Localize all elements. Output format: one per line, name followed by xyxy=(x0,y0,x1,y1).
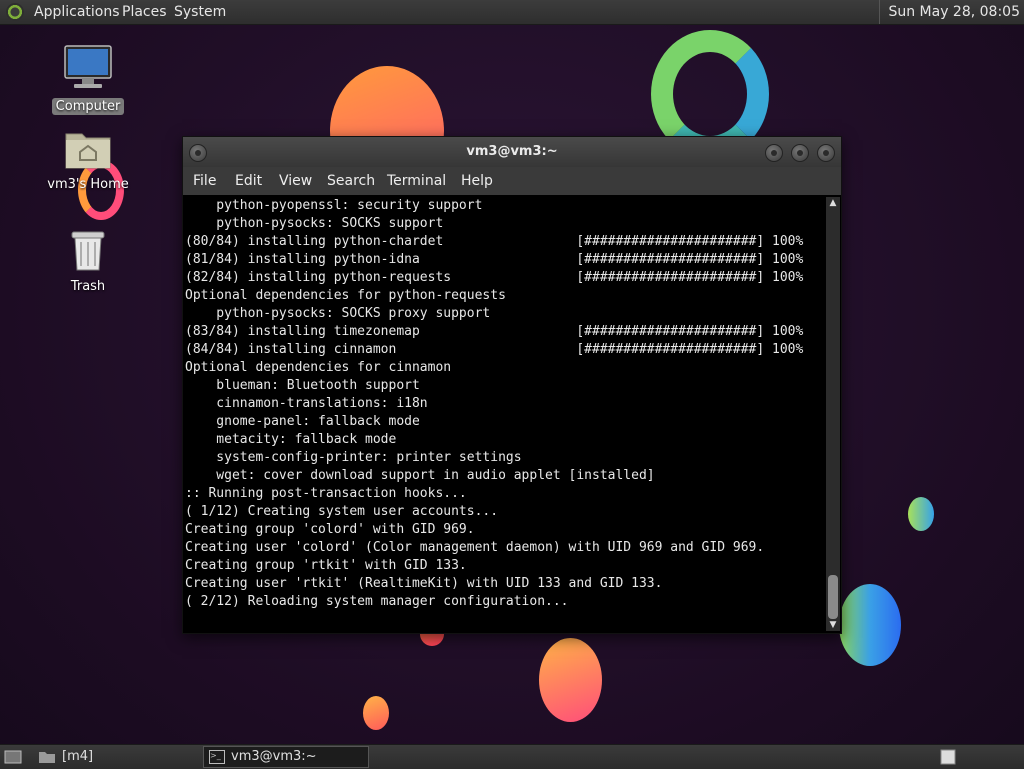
terminal-line: wget: cover download support in audio ap… xyxy=(185,468,655,483)
menu-edit[interactable]: Edit xyxy=(235,167,262,195)
minimize-button[interactable] xyxy=(765,144,783,162)
scroll-down-arrow-icon[interactable]: ▼ xyxy=(826,619,840,631)
terminal-menubar: File Edit View Search Terminal Help xyxy=(183,167,841,195)
wallpaper-small-orange-bubble xyxy=(363,696,389,730)
terminal-window[interactable]: vm3@vm3:~ File Edit View Search Terminal… xyxy=(182,136,842,634)
terminal-line: Creating user 'colord' (Color management… xyxy=(185,540,765,555)
terminal-line: (80/84) installing python-chardet [#####… xyxy=(185,234,804,249)
clock[interactable]: Sun May 28, 08:05 xyxy=(879,0,1020,24)
distro-logo-icon[interactable] xyxy=(6,3,24,21)
terminal-line: ( 2/12) Reloading system manager configu… xyxy=(185,594,569,609)
places-menu[interactable]: Places xyxy=(122,0,167,24)
terminal-line: blueman: Bluetooth support xyxy=(185,378,420,393)
terminal-line: (81/84) installing python-idna [########… xyxy=(185,252,804,267)
terminal-line: system-config-printer: printer settings xyxy=(185,450,522,465)
terminal-line: :: Running post-transaction hooks... xyxy=(185,486,467,501)
taskbar-item-terminal[interactable]: >_ vm3@vm3:~ xyxy=(203,746,369,768)
scrollbar-thumb[interactable] xyxy=(828,575,838,619)
desktop-icon-label: vm3's Home xyxy=(47,177,129,192)
terminal-line: gnome-panel: fallback mode xyxy=(185,414,420,429)
terminal-line: (83/84) installing timezonemap [########… xyxy=(185,324,804,339)
wallpaper-pink-bubble xyxy=(539,638,602,722)
top-panel: Applications Places System Sun May 28, 0… xyxy=(0,0,1024,25)
trash-icon xyxy=(71,231,105,271)
window-title: vm3@vm3:~ xyxy=(466,144,558,159)
terminal-line: cinnamon-translations: i18n xyxy=(185,396,428,411)
terminal-line: Creating group 'rtkit' with GID 133. xyxy=(185,558,467,573)
wallpaper-small-blue-bubble xyxy=(908,497,934,531)
home-folder-icon xyxy=(65,133,111,169)
window-titlebar[interactable]: vm3@vm3:~ xyxy=(183,137,841,167)
terminal-line: metacity: fallback mode xyxy=(185,432,397,447)
taskbar-item-label: vm3@vm3:~ xyxy=(231,749,317,764)
terminal-scrollbar[interactable]: ▲ ▼ xyxy=(826,197,840,631)
bottom-panel: [m4] >_ vm3@vm3:~ xyxy=(0,744,1024,769)
desktop-icon-trash[interactable]: Trash xyxy=(40,226,136,295)
system-menu[interactable]: System xyxy=(174,0,226,24)
terminal-line: python-pyopenssl: security support xyxy=(185,198,483,213)
menu-help[interactable]: Help xyxy=(461,167,493,195)
close-button[interactable] xyxy=(817,144,835,162)
desktop-icon-label: Trash xyxy=(70,279,106,294)
terminal-task-icon: >_ xyxy=(209,749,225,764)
menu-terminal[interactable]: Terminal xyxy=(387,167,446,195)
terminal-output[interactable]: python-pyopenssl: security support pytho… xyxy=(185,197,825,629)
computer-icon xyxy=(64,45,112,88)
window-menu-button[interactable] xyxy=(189,144,207,162)
terminal-line: ( 1/12) Creating system user accounts... xyxy=(185,504,499,519)
workspace-switcher-icon[interactable] xyxy=(940,745,956,769)
terminal-line: Creating group 'colord' with GID 969. xyxy=(185,522,475,537)
desktop-icon-computer[interactable]: Computer xyxy=(40,44,136,115)
show-desktop-icon[interactable] xyxy=(4,745,22,769)
maximize-button[interactable] xyxy=(791,144,809,162)
menu-view[interactable]: View xyxy=(279,167,312,195)
terminal-text: python-pyopenssl: security support pytho… xyxy=(185,197,825,611)
terminal-line: Creating user 'rtkit' (RealtimeKit) with… xyxy=(185,576,663,591)
folder-icon[interactable] xyxy=(38,745,56,769)
menu-file[interactable]: File xyxy=(193,167,216,195)
menu-search[interactable]: Search xyxy=(327,167,375,195)
desktop-icon-home[interactable]: vm3's Home xyxy=(40,126,136,193)
terminal-line: python-pysocks: SOCKS proxy support xyxy=(185,306,491,321)
terminal-line: (82/84) installing python-requests [####… xyxy=(185,270,804,285)
terminal-line: Optional dependencies for python-request… xyxy=(185,288,506,303)
scroll-up-arrow-icon[interactable]: ▲ xyxy=(826,197,840,209)
wallpaper-blue-bubble xyxy=(839,584,901,666)
terminal-line: python-pysocks: SOCKS support xyxy=(185,216,444,231)
applications-menu[interactable]: Applications xyxy=(34,0,120,24)
desktop-icon-label: Computer xyxy=(51,98,125,115)
terminal-line: Optional dependencies for cinnamon xyxy=(185,360,452,375)
workspace-label[interactable]: [m4] xyxy=(62,745,93,769)
terminal-line: (84/84) installing cinnamon [###########… xyxy=(185,342,804,357)
